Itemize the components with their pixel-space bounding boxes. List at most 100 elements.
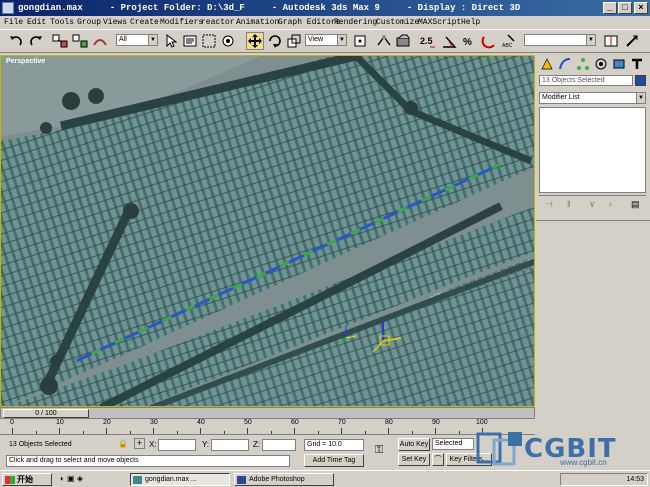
track-bar[interactable]: 0 10 20 30 40 50 60 70 80 90 100 <box>0 419 535 435</box>
selection-count: 13 Objects Selected <box>6 439 110 451</box>
auto-key-button[interactable]: Auto Key <box>398 438 430 451</box>
lock-selection-icon[interactable]: 🔒 <box>118 439 128 448</box>
object-color-swatch[interactable] <box>635 75 646 86</box>
named-selection-dropdown[interactable]: ▼ <box>524 34 596 46</box>
create-tab-icon[interactable] <box>540 57 554 71</box>
redo-icon[interactable] <box>28 33 44 49</box>
tick-label: 100 <box>476 419 488 426</box>
show-end-result-icon[interactable]: ‖ <box>567 199 571 209</box>
z-coordinate-field[interactable] <box>262 439 296 451</box>
key-icon[interactable]: ⚿ <box>375 444 383 457</box>
modifier-list-dropdown[interactable]: Modifier List ▼ <box>539 92 646 104</box>
menu-reactor[interactable]: reactor <box>201 16 235 29</box>
key-mode-dropdown[interactable]: Selected <box>432 438 474 450</box>
select-object-icon[interactable] <box>163 33 179 49</box>
select-and-rotate-icon[interactable] <box>267 33 283 49</box>
hierarchy-tab-icon[interactable] <box>576 57 590 71</box>
motion-tab-icon[interactable] <box>594 57 608 71</box>
pin-stack-icon[interactable]: ⊣ <box>545 199 553 210</box>
svg-text:%: % <box>463 37 472 48</box>
default-in-out-tangents-icon[interactable]: ⌒ <box>432 453 444 466</box>
windows-logo-icon <box>5 476 15 484</box>
make-unique-icon[interactable]: ∨ <box>589 199 596 210</box>
frame-tick <box>223 431 225 434</box>
select-and-link-icon[interactable] <box>52 33 68 49</box>
bind-to-space-warp-icon[interactable] <box>92 33 108 49</box>
add-time-tag-button[interactable]: Add Time Tag <box>304 454 364 467</box>
modifier-stack[interactable] <box>539 107 646 193</box>
selection-filter-dropdown[interactable]: All ▼ <box>116 34 158 46</box>
menu-help[interactable]: Help <box>461 16 480 29</box>
snaps-toggle-icon[interactable]: 2.5 <box>420 33 436 49</box>
keyboard-shortcut-override-icon[interactable] <box>395 33 411 49</box>
3dsmax-icon <box>133 476 142 484</box>
frame-tick <box>341 428 342 434</box>
minimize-button[interactable]: _ <box>603 2 617 14</box>
rectangular-selection-icon[interactable] <box>201 33 217 49</box>
frame-tick <box>247 428 248 434</box>
frame-tick <box>129 431 131 434</box>
start-button[interactable]: 开始 <box>2 473 52 486</box>
align-icon[interactable] <box>624 33 640 49</box>
tick-label: 30 <box>150 419 158 426</box>
select-by-name-icon[interactable] <box>182 33 198 49</box>
perspective-viewport[interactable]: Perspective <box>0 55 535 407</box>
select-and-scale-icon[interactable] <box>286 33 302 49</box>
modify-tab-icon[interactable] <box>558 57 572 71</box>
x-coordinate-field[interactable] <box>158 439 196 451</box>
utilities-tab-icon[interactable] <box>630 57 644 71</box>
menu-customize[interactable]: Customize <box>376 16 419 29</box>
reference-coordinate-dropdown[interactable]: View ▼ <box>305 34 347 46</box>
time-slider-thumb[interactable]: 0 / 100 <box>3 409 89 418</box>
menu-graph-editors[interactable]: Graph Editors <box>278 16 340 29</box>
menu-create[interactable]: Create <box>130 16 159 29</box>
viewport-label[interactable]: Perspective <box>6 58 45 65</box>
display-tab-icon[interactable] <box>612 57 626 71</box>
clock[interactable]: 14:53 <box>626 476 644 483</box>
menu-views[interactable]: Views <box>103 16 127 29</box>
command-panel: 13 Objects Selected Modifier List ▼ ⊣ ‖ ∨… <box>536 55 650 435</box>
menu-edit[interactable]: Edit <box>27 16 46 29</box>
y-coordinate-field[interactable] <box>211 439 249 451</box>
unlink-selection-icon[interactable] <box>72 33 88 49</box>
maximize-button[interactable]: □ <box>618 2 632 14</box>
main-toolbar: All ▼ View ▼ 2.5 % ABC ▼ <box>0 29 650 53</box>
frame-tick <box>176 431 178 434</box>
menu-maxscript[interactable]: MAXScript <box>418 16 461 29</box>
undo-icon[interactable] <box>8 33 24 49</box>
edit-named-selection-icon[interactable]: ABC <box>502 33 518 49</box>
selection-name-field[interactable]: 13 Objects Selected <box>539 75 633 86</box>
menu-animation[interactable]: Animation <box>236 16 279 29</box>
time-slider[interactable]: 0 / 100 <box>0 407 535 419</box>
pivot-point-icon[interactable] <box>352 33 368 49</box>
window-title: gongdian.max - Project Folder: D:\3d_F -… <box>18 3 521 13</box>
photoshop-icon <box>237 476 246 484</box>
menu-file[interactable]: File <box>4 16 23 29</box>
quick-launch-icons[interactable]: ◐ ▣ ◈ <box>60 474 83 483</box>
angle-snap-toggle-icon[interactable] <box>441 33 457 49</box>
system-tray: 14:53 <box>560 473 648 486</box>
task-gongdian[interactable]: gongdian.max ... <box>130 473 230 486</box>
window-crossing-icon[interactable] <box>220 33 236 49</box>
tick-label: 90 <box>432 419 440 426</box>
menu-rendering[interactable]: Rendering <box>334 16 377 29</box>
task-photoshop[interactable]: Adobe Photoshop <box>234 473 334 486</box>
menu-tools[interactable]: Tools <box>50 16 74 29</box>
close-button[interactable]: × <box>634 2 648 14</box>
svg-text:2.5: 2.5 <box>420 36 433 46</box>
prompt-line: Click and drag to select and move object… <box>6 455 290 467</box>
app-icon[interactable] <box>2 2 14 14</box>
cgbit-watermark: CGBIT www.cgbit.cn <box>476 430 650 470</box>
mirror-icon[interactable] <box>603 33 619 49</box>
remove-modifier-icon[interactable]: ♁ <box>607 199 614 209</box>
spinner-snap-toggle-icon[interactable] <box>481 33 497 49</box>
menu-group[interactable]: Group <box>77 16 101 29</box>
percent-snap-toggle-icon[interactable]: % <box>461 33 477 49</box>
menu-modifiers[interactable]: Modifiers <box>160 16 203 29</box>
select-and-move-icon[interactable] <box>246 32 264 50</box>
select-and-manipulate-icon[interactable] <box>376 33 392 49</box>
title-bar: gongdian.max - Project Folder: D:\3d_F -… <box>0 0 650 16</box>
absolute-mode-toggle-icon[interactable]: + <box>134 438 145 449</box>
set-key-button[interactable]: Set Key <box>398 453 430 466</box>
configure-modifier-sets-icon[interactable]: ▤ <box>631 199 640 210</box>
